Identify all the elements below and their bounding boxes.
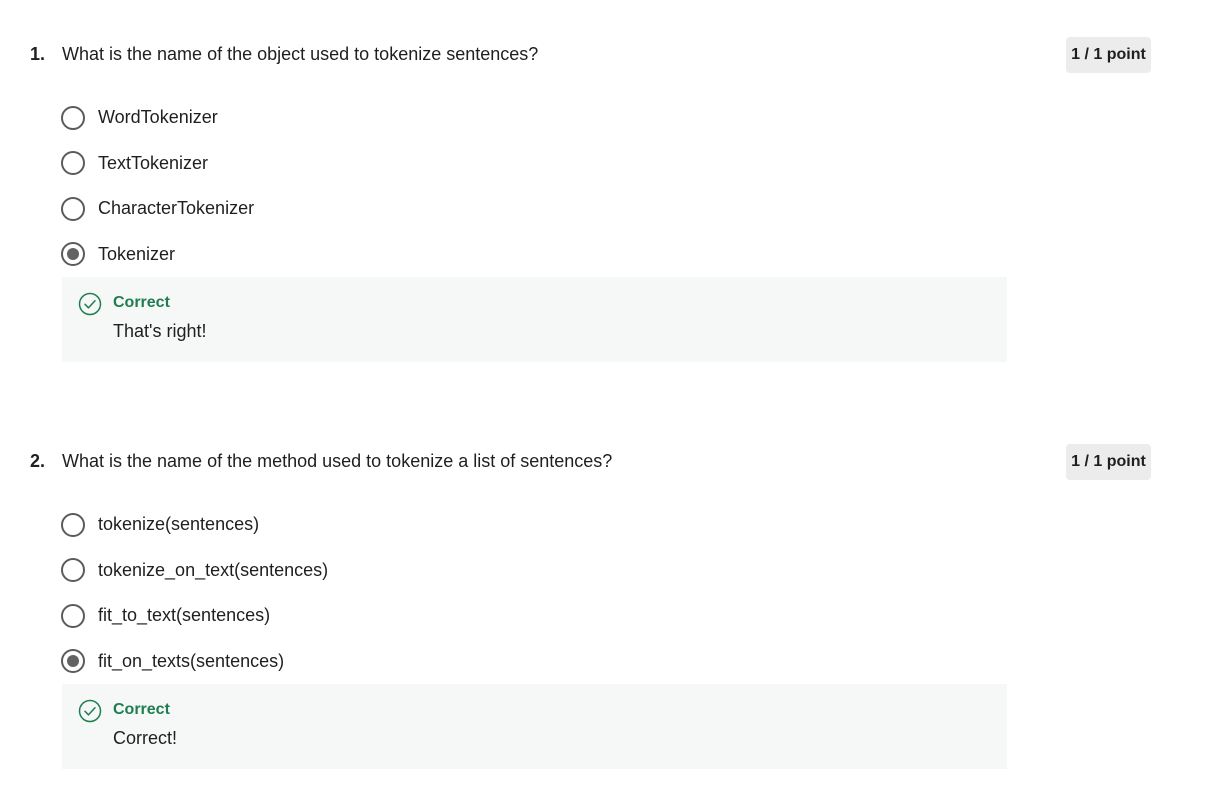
radio-unchecked-icon[interactable] bbox=[61, 151, 85, 176]
option-label: Tokenizer bbox=[98, 243, 176, 264]
question-number: 1. bbox=[30, 43, 46, 64]
option-radio-selected[interactable]: Tokenizer bbox=[61, 232, 254, 278]
question-number: 2. bbox=[30, 450, 46, 471]
option-label: TextTokenizer bbox=[98, 152, 209, 173]
check-circle-icon bbox=[78, 292, 102, 316]
option-label: fit_to_text(sentences) bbox=[98, 605, 271, 626]
option-radio[interactable]: WordTokenizer bbox=[61, 95, 254, 141]
feedback-text: Correct! bbox=[113, 728, 178, 748]
feedback-text: That's right! bbox=[113, 321, 207, 341]
check-circle-icon bbox=[78, 699, 102, 723]
points-badge: 1 / 1 point bbox=[1066, 444, 1151, 480]
radio-checked-icon[interactable] bbox=[61, 649, 85, 674]
feedback-box: Correct That's right! bbox=[62, 277, 1007, 362]
option-label: tokenize_on_text(sentences) bbox=[98, 559, 329, 580]
radio-unchecked-icon[interactable] bbox=[61, 196, 85, 221]
question-text: What is the name of the method used to t… bbox=[62, 450, 613, 471]
question-header: 1. What is the name of the object used t… bbox=[30, 42, 538, 66]
options-list: tokenize(sentences) tokenize_on_text(sen… bbox=[61, 502, 328, 684]
option-radio[interactable]: fit_to_text(sentences) bbox=[61, 593, 328, 639]
option-label: tokenize(sentences) bbox=[98, 514, 260, 535]
quiz-results-page: 1. What is the name of the object used t… bbox=[0, 0, 1210, 792]
radio-checked-icon[interactable] bbox=[61, 242, 85, 267]
feedback-box: Correct Correct! bbox=[62, 684, 1007, 769]
points-badge: 1 / 1 point bbox=[1066, 37, 1151, 73]
option-label: fit_on_texts(sentences) bbox=[98, 650, 285, 671]
radio-unchecked-icon[interactable] bbox=[61, 105, 85, 130]
option-label: WordTokenizer bbox=[98, 107, 218, 128]
options-list: WordTokenizer TextTokenizer CharacterTok… bbox=[61, 95, 254, 277]
option-radio-selected[interactable]: fit_on_texts(sentences) bbox=[61, 639, 328, 685]
option-radio[interactable]: tokenize_on_text(sentences) bbox=[61, 548, 328, 594]
feedback-title: Correct bbox=[113, 294, 170, 311]
option-radio[interactable]: CharacterTokenizer bbox=[61, 186, 254, 232]
radio-unchecked-icon[interactable] bbox=[61, 603, 85, 628]
radio-unchecked-icon[interactable] bbox=[61, 558, 85, 583]
option-radio[interactable]: tokenize(sentences) bbox=[61, 502, 328, 548]
feedback-title: Correct bbox=[113, 701, 170, 718]
option-label: CharacterTokenizer bbox=[98, 198, 255, 219]
radio-unchecked-icon[interactable] bbox=[61, 512, 85, 537]
option-radio[interactable]: TextTokenizer bbox=[61, 141, 254, 187]
question-text: What is the name of the object used to t… bbox=[62, 43, 539, 64]
question-header: 2. What is the name of the method used t… bbox=[30, 449, 612, 473]
